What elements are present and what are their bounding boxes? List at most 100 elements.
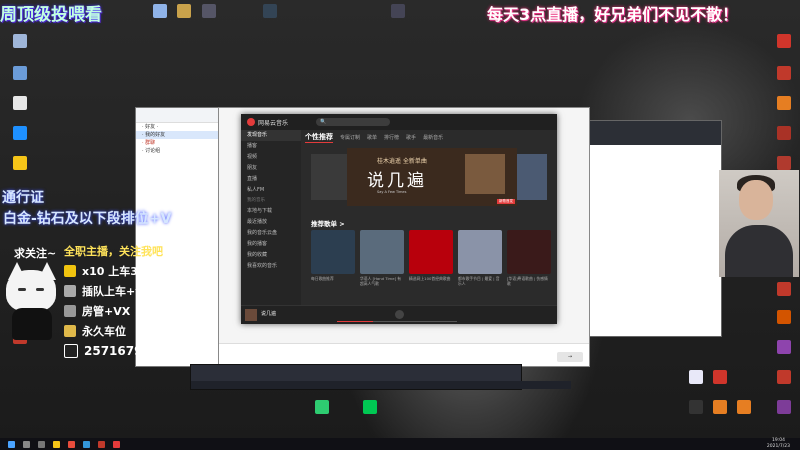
- desktop-icon-pubg[interactable]: [764, 66, 800, 81]
- tab-recommend[interactable]: 个性推荐: [305, 132, 333, 143]
- start-icon[interactable]: [8, 440, 15, 448]
- progress-bar[interactable]: [337, 321, 457, 322]
- sidebar-item-recent[interactable]: 最近播放: [241, 217, 301, 228]
- playlist-cover: [409, 230, 453, 274]
- playlist-card[interactable]: [华语]粤语歌曲 | 伤感情歌: [507, 230, 551, 286]
- tab-artist[interactable]: 歌手: [406, 134, 416, 141]
- music-titlebar: 网易云音乐 🔍: [241, 114, 557, 130]
- sidebar-item-friends[interactable]: 朋友: [241, 163, 301, 174]
- desktop-icon-apex-right[interactable]: [764, 34, 800, 49]
- music-search-input[interactable]: 🔍: [316, 118, 391, 126]
- sidebar-item-fm[interactable]: 私人FM: [241, 185, 301, 196]
- playlist-card[interactable]: 都市歌手节目 | 最爱 | 音乐人: [458, 230, 502, 286]
- desktop-icon-game6[interactable]: [764, 282, 800, 297]
- playlist-label: 都市歌手节目 | 最爱 | 音乐人: [458, 276, 500, 286]
- desktop-icon-game10[interactable]: [764, 400, 800, 415]
- playlist-label: 精选网上100首经典歌曲: [409, 276, 451, 281]
- qq-penguin-icon: [64, 344, 78, 358]
- banner-badge: 新歌首发: [497, 199, 515, 204]
- obs-window[interactable]: [190, 364, 571, 390]
- sidebar-item-discover[interactable]: 发现音乐: [241, 130, 301, 141]
- playlist-label: 每日歌曲推荐: [311, 276, 334, 281]
- send-button[interactable]: →: [557, 352, 583, 362]
- desktop-icon-tencent-video[interactable]: [302, 400, 342, 415]
- banner-cover: [465, 154, 505, 194]
- overlay-banner-left: 周顶级投喂看: [0, 5, 102, 25]
- desktop-icon-qq[interactable]: [0, 126, 40, 141]
- banner-subtitle: Say A Few Times: [377, 190, 407, 194]
- desktop-icon-game8[interactable]: [764, 340, 800, 355]
- netease-logo-icon: [247, 118, 255, 126]
- file-explorer-icon[interactable]: [53, 440, 60, 448]
- app-icon[interactable]: [98, 440, 105, 448]
- banner-main-slide[interactable]: 桂木逍遥 全新单曲 说几遍 Say A Few Times 新歌首发: [347, 148, 517, 206]
- tab-new-music[interactable]: 最新音乐: [423, 134, 443, 141]
- tab-playlist[interactable]: 歌单: [367, 134, 377, 141]
- sidebar-item-podcast[interactable]: 播客: [241, 141, 301, 152]
- app-icon[interactable]: [68, 440, 75, 448]
- now-playing-cover[interactable]: [245, 309, 257, 321]
- music-main: 个性推荐 专属订制 歌单 排行榜 歌手 最新音乐 桂木逍遥 全新单曲 说几遍 S…: [305, 130, 553, 306]
- overlay-banner-right: 每天3点直播，好兄弟们不见不散！: [487, 5, 739, 24]
- sidebar-item-cloud[interactable]: 我的音乐云盘: [241, 228, 301, 239]
- sidebar-item-live[interactable]: 直播: [241, 174, 301, 185]
- desktop-icon-orange2[interactable]: [724, 400, 764, 415]
- webcam-overlay: [719, 170, 799, 277]
- ticket-icon: [64, 265, 76, 277]
- music-app-window[interactable]: 网易云音乐 🔍 发现音乐 播客 视频 朋友 直播 私人FM 我的音乐 本地与下载…: [241, 114, 557, 324]
- desktop-icon-doc[interactable]: [0, 96, 40, 111]
- sidebar-item-local[interactable]: 本地与下载: [241, 206, 301, 217]
- banner-artist: 桂木逍遥 全新单曲: [377, 158, 427, 165]
- taskbar-clock[interactable]: 19:04 2021/7/23: [767, 438, 790, 450]
- playlist-card[interactable]: 精选网上100首经典歌曲: [409, 230, 453, 286]
- promo-panel: 全职主播，关注我吧 x10 上车3小时 插队上车+包天 房管+VX 永久车位 2…: [64, 243, 204, 361]
- obs-status-bar: [191, 381, 571, 389]
- desktop-icon-app-red[interactable]: [700, 370, 740, 385]
- browser-window[interactable]: [580, 120, 722, 337]
- search-icon[interactable]: [23, 440, 30, 448]
- rocket-icon: [64, 285, 76, 297]
- banner-carousel[interactable]: 桂木逍遥 全新单曲 说几遍 Say A Few Times 新歌首发: [311, 148, 547, 206]
- section-title[interactable]: 推荐歌单 >: [311, 218, 345, 228]
- promo-head: 全职主播，关注我吧: [64, 245, 163, 258]
- music-tabs: 个性推荐 专属订制 歌单 排行榜 歌手 最新音乐: [305, 130, 553, 144]
- tab-custom[interactable]: 专属订制: [340, 134, 360, 141]
- desktop-icon-app3[interactable]: [189, 4, 229, 19]
- sidebar-group-title: 我的音乐: [247, 198, 265, 203]
- desktop-icon-obs[interactable]: [378, 4, 418, 19]
- desktop-icon-game7[interactable]: [764, 310, 800, 325]
- taskview-icon[interactable]: [38, 440, 45, 448]
- playlist-cover: [360, 230, 404, 274]
- banner-next-slide[interactable]: [513, 154, 547, 200]
- overlay-pass-desc: 白金-钻石及以下段排位+V: [3, 211, 172, 227]
- player-bar: 说几遍: [241, 305, 557, 324]
- desktop-icon-game5[interactable]: [764, 156, 800, 171]
- sidebar-item-liked[interactable]: 我喜欢的音乐: [241, 261, 301, 272]
- sidebar-item-video[interactable]: 视频: [241, 152, 301, 163]
- banner-prev-slide[interactable]: [311, 154, 351, 200]
- playlist-card[interactable]: 每日歌曲推荐: [311, 230, 355, 286]
- sidebar-item-my-podcast[interactable]: 我的播客: [241, 239, 301, 250]
- desktop-icon-iqiyi[interactable]: [350, 400, 390, 415]
- desktop-icon-recycle[interactable]: [0, 34, 40, 49]
- promo-item: 房管+VX: [64, 301, 204, 321]
- playlist-cover: [311, 230, 355, 274]
- sidebar-item-collect[interactable]: 我的收藏: [241, 250, 301, 261]
- playlist-card[interactable]: 华语人 [Hand Time] 有超高人气歌: [360, 230, 404, 286]
- desktop-icon-computer[interactable]: [0, 66, 40, 81]
- promo-item: 永久车位: [64, 321, 204, 341]
- netease-music-icon[interactable]: [113, 440, 120, 448]
- desktop-icon-game9[interactable]: [764, 370, 800, 385]
- rocket-icon: [64, 305, 76, 317]
- chat-input-area[interactable]: →: [219, 343, 589, 366]
- playlist-label: [华语]粤语歌曲 | 伤感情歌: [507, 276, 548, 286]
- app-icon[interactable]: [83, 440, 90, 448]
- tab-charts[interactable]: 排行榜: [384, 134, 399, 141]
- desktop-icon-cs[interactable]: [764, 96, 800, 111]
- desktop-icon-yy[interactable]: [0, 156, 40, 171]
- desktop-icon-app4[interactable]: [250, 4, 290, 19]
- desktop-icon-rust[interactable]: [764, 126, 800, 141]
- play-pause-button[interactable]: [395, 310, 404, 319]
- music-app-title: 网易云音乐: [258, 119, 289, 127]
- promo-item: x10 上车3小时: [64, 261, 204, 281]
